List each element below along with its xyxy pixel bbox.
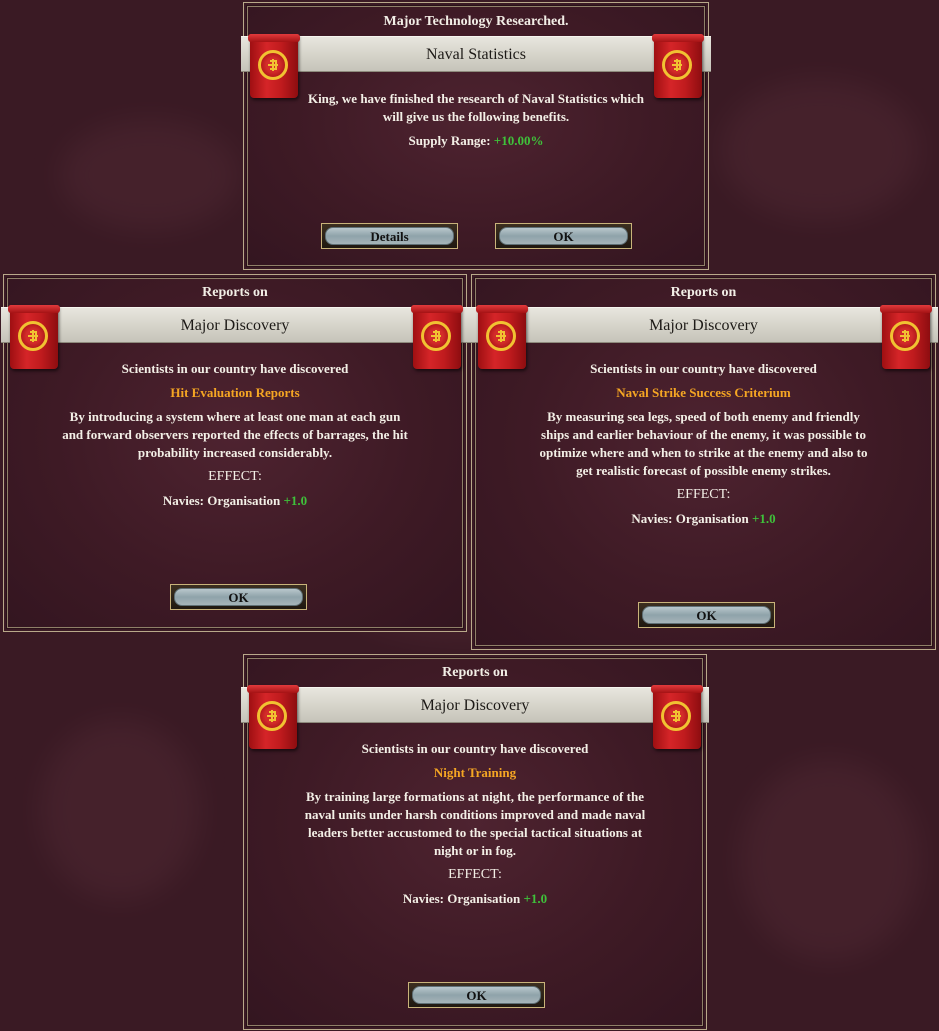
dialog-title: Major Discovery [180,317,290,334]
ok-button[interactable]: OK [638,602,775,628]
effect-line: Supply Range: +10.00% [244,132,708,150]
title-ribbon: Major Discovery [469,307,938,343]
laurel-emblem-icon [421,321,451,351]
dialog-header: Reports on [670,285,737,300]
title-ribbon: Major Discovery [241,687,709,723]
laurel-emblem-icon [662,50,692,80]
discovery-name: Night Training [433,765,517,780]
effect-value: +1.0 [751,511,776,526]
dialog-body: By introducing a system where at least o… [62,409,408,460]
dialog-header: Reports on [202,285,268,300]
dialog-header: Reports on [442,665,508,680]
title-ribbon: Major Discovery [1,307,469,343]
dialog-title: Naval Statistics [426,46,526,63]
dialog-title: Major Discovery [649,317,758,334]
effect-value: +1.0 [523,891,548,906]
intro-text: Scientists in our country have discovere… [121,361,349,376]
effect-label: Navies: Organisation [162,493,281,508]
effect-value: +1.0 [283,493,308,508]
dialog-title: Major Discovery [420,697,530,714]
national-banner-icon [248,34,300,98]
effect-label: Navies: Organisation [631,511,749,526]
intro-text: Scientists in our country have discovere… [361,741,589,756]
laurel-emblem-icon [890,321,920,351]
laurel-emblem-icon [258,50,288,80]
effect-label: Navies: Organisation [402,891,521,906]
ok-button[interactable]: OK [408,982,545,1008]
laurel-emblem-icon [257,701,287,731]
ok-button-label: OK [499,227,628,245]
laurel-emblem-icon [486,321,516,351]
laurel-emblem-icon [661,701,691,731]
tech-researched-dialog: Major Technology Researched. Naval Stati… [241,2,711,270]
effect-line: Navies: Organisation +1.0 [4,492,466,510]
effect-line: Navies: Organisation +1.0 [472,510,935,528]
details-button[interactable]: Details [321,223,458,249]
dialog-body: By training large formations at night, t… [304,789,646,858]
ok-button-label: OK [174,588,303,606]
discovery-name: Naval Strike Success Criterium [616,385,791,400]
intro-text: Scientists in our country have discovere… [590,361,817,376]
ok-button[interactable]: OK [495,223,632,249]
ok-button-label: OK [642,606,771,624]
discovery-name: Hit Evaluation Reports [170,385,300,400]
effect-value: +10.00% [493,133,544,148]
national-banner-icon [652,34,704,98]
effect-heading: EFFECT: [208,469,262,484]
ok-button-label: OK [412,986,541,1004]
title-ribbon: Naval Statistics [241,36,711,72]
dialog-body: King, we have finished the research of N… [307,91,645,124]
discovery-dialog-bottom: Reports on Major Discovery Scientists in… [241,654,709,1030]
laurel-emblem-icon [18,321,48,351]
dialog-header: Major Technology Researched. [383,14,569,29]
dialog-body: By measuring sea legs, speed of both ene… [539,409,868,478]
effect-label: Supply Range: [408,133,491,148]
ok-button[interactable]: OK [170,584,307,610]
effect-heading: EFFECT: [676,487,731,502]
discovery-dialog-left: Reports on Major Discovery Scientists in… [1,274,469,632]
effect-line: Navies: Organisation +1.0 [244,890,706,908]
discovery-dialog-right: Reports on Major Discovery Scientists in… [469,274,938,650]
effect-heading: EFFECT: [448,867,502,882]
details-button-label: Details [325,227,454,245]
